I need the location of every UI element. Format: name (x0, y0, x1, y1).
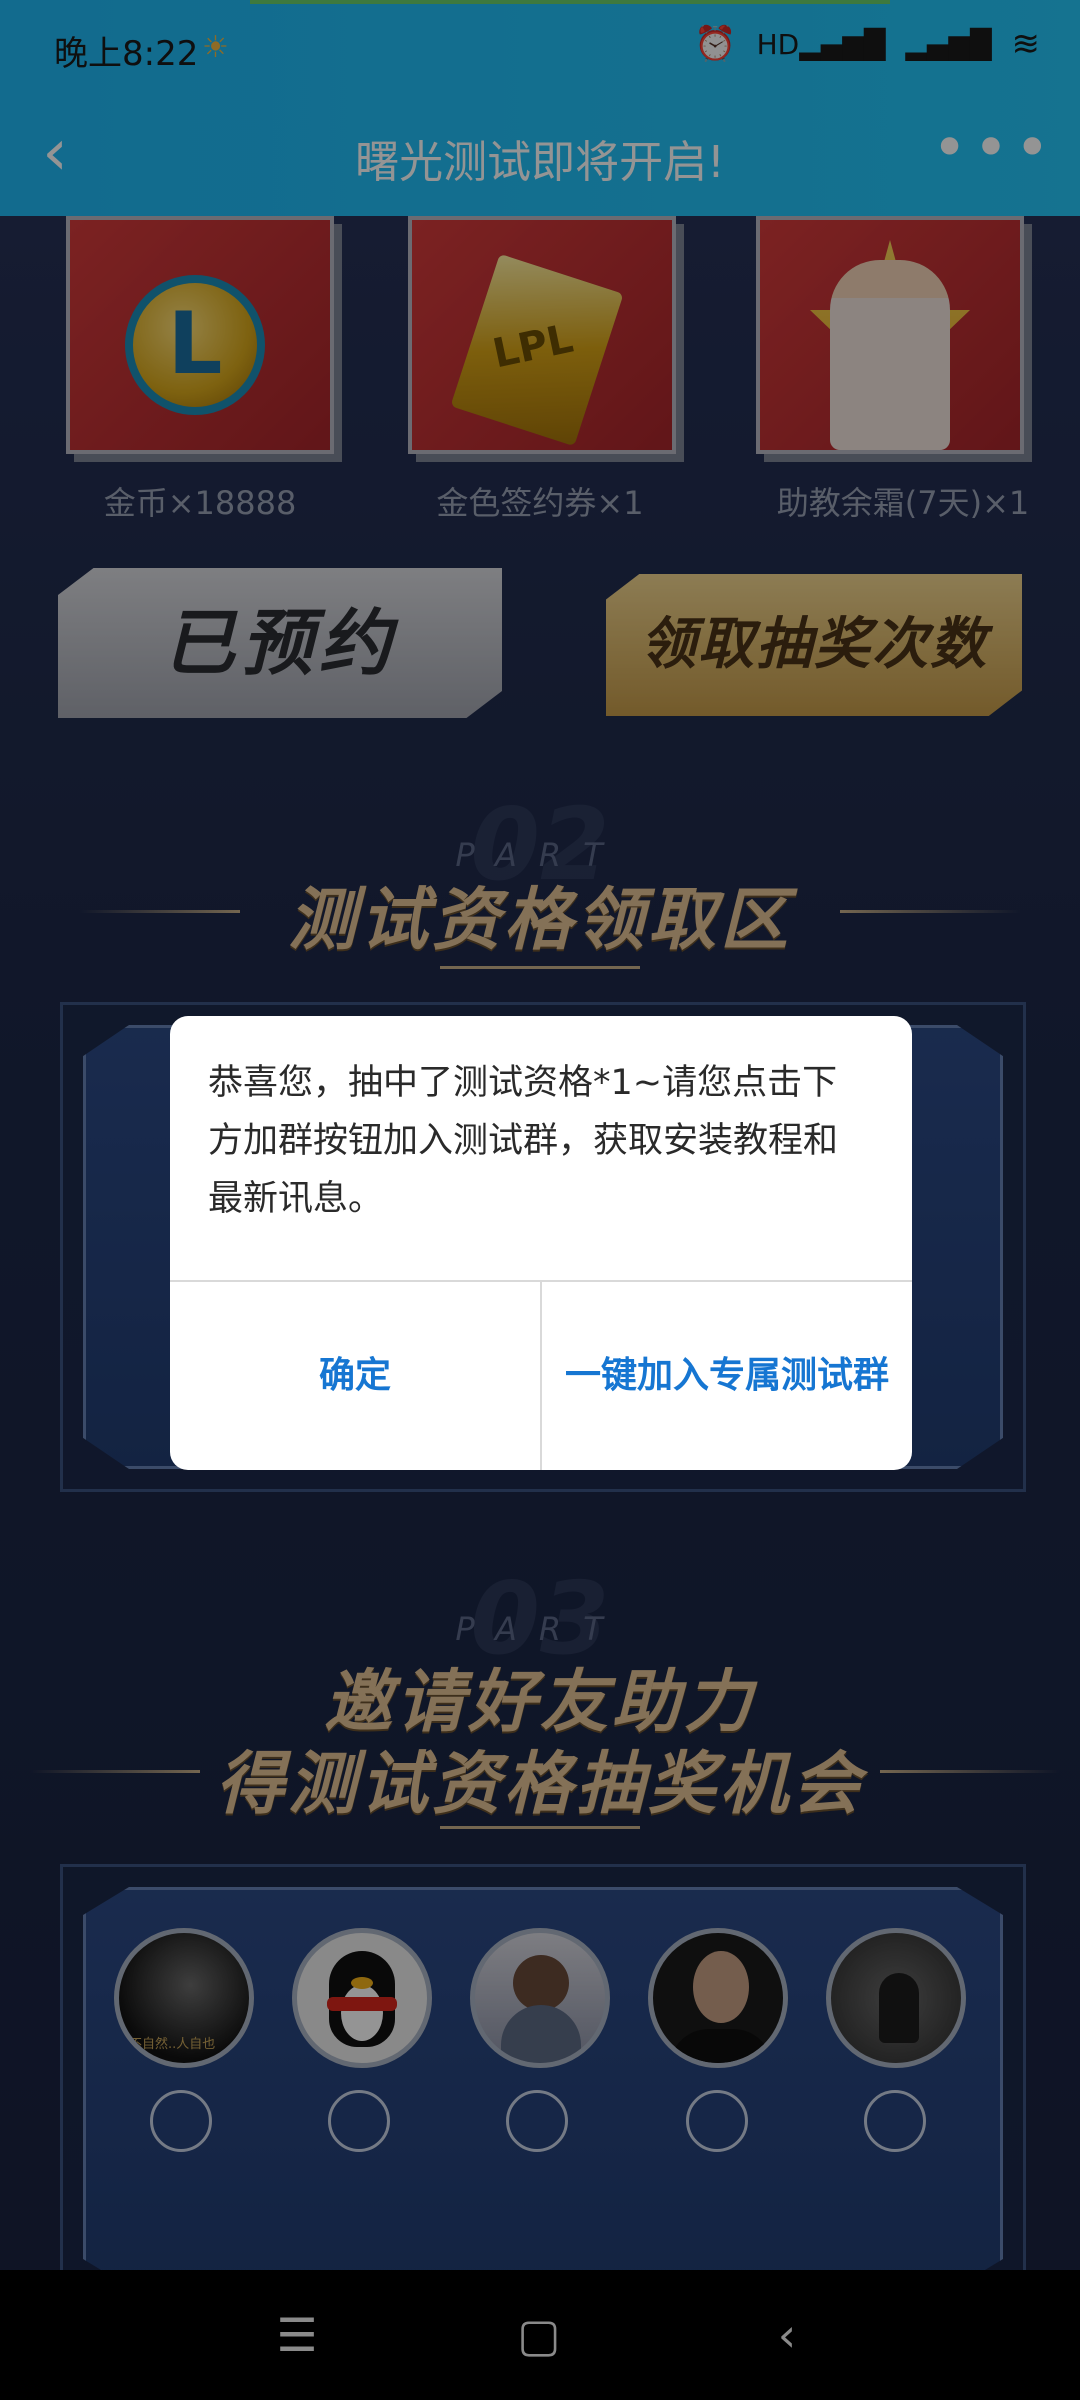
join-group-button[interactable]: 一键加入专属测试群 (542, 1282, 912, 1470)
home-square-icon[interactable]: ▢ (504, 2300, 574, 2370)
system-nav-bar: ☰ ▢ ‹ (0, 2270, 1080, 2400)
confirm-button[interactable]: 确定 (170, 1282, 540, 1470)
result-dialog: 恭喜您，抽中了测试资格*1~请您点击下方加群按钮加入测试群，获取安装教程和最新讯… (170, 1016, 912, 1470)
dialog-message: 恭喜您，抽中了测试资格*1~请您点击下方加群按钮加入测试群，获取安装教程和最新讯… (208, 1063, 839, 1219)
confirm-button-label: 确定 (318, 1355, 391, 1396)
menu-icon[interactable]: ☰ (262, 2300, 332, 2370)
join-group-button-label: 一键加入专属测试群 (564, 1355, 889, 1396)
back-triangle-icon[interactable]: ‹ (752, 2300, 822, 2370)
